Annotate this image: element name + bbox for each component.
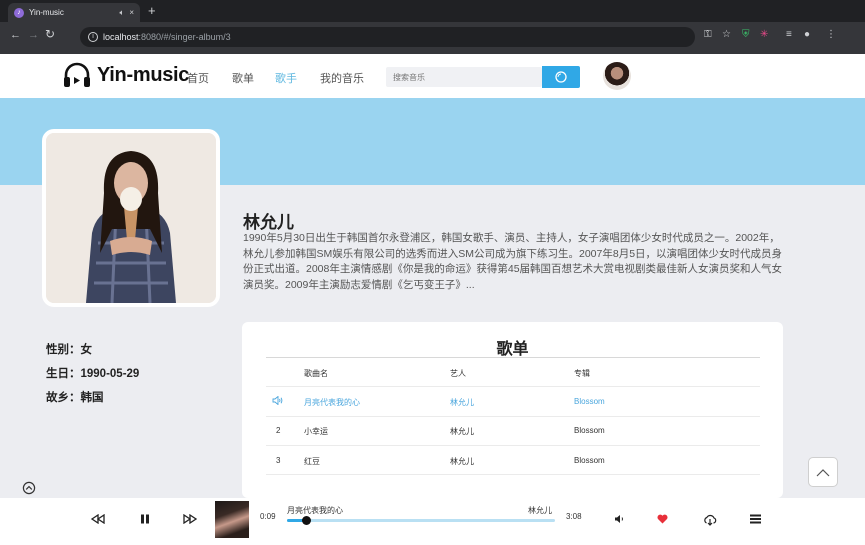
song-artist: 林允儿	[450, 457, 474, 466]
next-icon[interactable]	[183, 514, 197, 524]
url-host: localhost	[103, 32, 139, 42]
key-icon[interactable]: ⚿	[704, 29, 712, 40]
speaker-icon	[272, 396, 283, 405]
site-info-icon[interactable]: i	[88, 32, 98, 42]
nav-home[interactable]: 首页	[187, 70, 209, 86]
progress-knob[interactable]	[301, 516, 311, 525]
singer-info: 性别：女 生日：1990-05-29 故乡：韩国	[46, 341, 139, 413]
player-song-title: 月亮代表我的心	[287, 506, 343, 515]
songlist-card: 歌单 歌曲名 艺人 专辑 月亮代表我的心 林允儿 Blossom 2 小幸运 林…	[242, 322, 783, 498]
tab-audio-icon[interactable]: 🔈︎	[120, 8, 125, 18]
user-avatar[interactable]	[603, 62, 631, 90]
address-bar[interactable]: i localhost :8080/#/singer-album/3	[80, 27, 695, 47]
song-album: Blossom	[574, 426, 605, 435]
nav-singers[interactable]: 歌手	[275, 70, 297, 86]
browser-tab[interactable]: ♪ Yin-music 🔈︎ ×	[8, 3, 140, 22]
bookmark-star-icon[interactable]: ☆	[722, 29, 731, 40]
divider	[266, 357, 760, 358]
collapse-icon[interactable]	[22, 481, 36, 495]
browser-tabbar: ♪ Yin-music 🔈︎ × +	[0, 0, 865, 22]
current-time: 0:09	[260, 512, 276, 521]
prev-icon[interactable]	[91, 514, 105, 524]
singer-portrait	[42, 129, 220, 307]
singer-description: 1990年5月30日出生于韩国首尔永登浦区，韩国女歌手、演员、主持人，女子演唱团…	[243, 232, 783, 291]
search-box	[386, 67, 542, 87]
browser-toolbar: ← → ↻ i localhost :8080/#/singer-album/3…	[0, 22, 865, 54]
search-button[interactable]	[542, 66, 580, 88]
logo-text: Yin-music	[97, 63, 190, 86]
divider	[266, 474, 760, 475]
back-to-top-button[interactable]	[808, 457, 838, 487]
singer-hometown: 故乡：韩国	[46, 392, 104, 404]
song-index: 2	[276, 426, 281, 435]
player-bar: 0:09 月亮代表我的心 林允儿 3:08	[0, 498, 865, 545]
song-index: 3	[276, 456, 281, 465]
player-artist: 林允儿	[528, 506, 552, 515]
url-path: :8080/#/singer-album/3	[138, 32, 231, 42]
singer-birthday: 生日：1990-05-29	[46, 368, 140, 380]
tab-close-icon[interactable]: ×	[129, 8, 134, 17]
pause-icon[interactable]	[140, 514, 150, 524]
header-song: 歌曲名	[304, 369, 328, 378]
singer-gender: 性别：女	[46, 344, 92, 356]
shield-extension-icon[interactable]: ⛨	[742, 29, 750, 40]
duration: 3:08	[566, 512, 582, 521]
song-name: 月亮代表我的心	[304, 398, 360, 407]
song-album: Blossom	[574, 456, 605, 465]
song-name: 小幸运	[304, 427, 328, 436]
divider	[266, 386, 760, 387]
songlist-title: 歌单	[496, 341, 529, 358]
back-icon[interactable]: ←	[10, 29, 21, 41]
singer-name: 林允儿	[243, 213, 294, 232]
album-cover[interactable]	[215, 501, 249, 538]
download-icon[interactable]	[703, 514, 717, 526]
heart-icon[interactable]	[657, 514, 668, 524]
song-artist: 林允儿	[450, 427, 474, 436]
nav-playlists[interactable]: 歌单	[232, 70, 254, 86]
header-album: 专辑	[574, 369, 590, 378]
reload-icon[interactable]: ↻	[45, 27, 55, 41]
divider	[266, 445, 760, 446]
song-name: 红豆	[304, 457, 320, 466]
volume-icon[interactable]	[614, 514, 626, 524]
nav-my-music[interactable]: 我的音乐	[320, 70, 364, 86]
browser-menu-icon[interactable]: ⋮	[826, 29, 836, 40]
tab-title: Yin-music	[29, 8, 64, 17]
media-control-icon[interactable]: ≡	[786, 29, 792, 40]
app-header: Yin-music 首页 歌单 歌手 我的音乐	[0, 54, 865, 98]
logo[interactable]: Yin-music	[62, 62, 189, 88]
search-icon	[555, 71, 567, 83]
song-album: Blossom	[574, 397, 605, 406]
forward-icon[interactable]: →	[28, 29, 39, 41]
singer-photo	[46, 133, 216, 303]
profile-avatar-icon[interactable]: ●	[804, 29, 810, 40]
chevron-up-icon	[816, 468, 830, 476]
progress-track[interactable]	[287, 516, 555, 525]
divider	[266, 416, 760, 417]
new-tab-button[interactable]: +	[148, 3, 156, 19]
header-artist: 艺人	[450, 369, 466, 378]
headphones-icon	[64, 62, 90, 87]
menu-icon[interactable]	[750, 514, 761, 524]
star-extension-icon[interactable]: ✳	[760, 29, 768, 40]
search-input[interactable]	[393, 72, 535, 82]
song-artist: 林允儿	[450, 398, 474, 407]
tab-favicon-icon: ♪	[14, 7, 24, 18]
